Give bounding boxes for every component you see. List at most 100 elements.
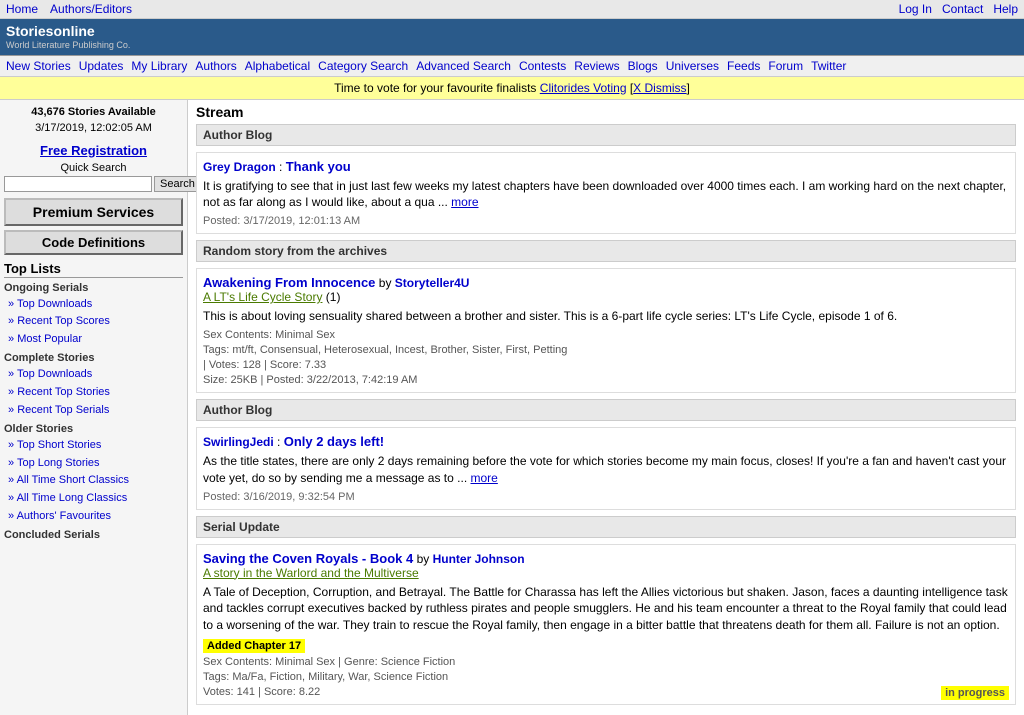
serial-stats: Votes: 141 | Score: 8.22 in progress <box>203 686 1009 698</box>
nav-universes[interactable]: Universes <box>666 59 719 73</box>
blog-1-posted: Posted: 3/17/2019, 12:01:13 AM <box>203 215 1009 227</box>
blog-1-header: Grey Dragon : Thank you <box>203 159 1009 174</box>
nav-blogs[interactable]: Blogs <box>628 59 658 73</box>
clitorides-link[interactable]: Clitorides Voting <box>540 81 627 95</box>
nav-forum[interactable]: Forum <box>768 59 803 73</box>
sidebar-recent-top-stories[interactable]: Recent Top Stories <box>8 384 183 402</box>
blog-2-author[interactable]: SwirlingJedi <box>203 435 274 449</box>
random-story-title[interactable]: Awakening From Innocence <box>203 275 375 290</box>
section-author-blog-2: Author Blog <box>196 399 1016 421</box>
serial-subtitle-row: A story in the Warlord and the Multivers… <box>203 566 1009 580</box>
sidebar-recent-top-scores[interactable]: Recent Top Scores <box>8 313 183 331</box>
random-story-subtitle[interactable]: A LT's Life Cycle Story <box>203 290 322 304</box>
added-chapter-badge: Added Chapter 17 <box>203 639 305 653</box>
stats-date: 3/17/2019, 12:02:05 AM <box>4 120 183 137</box>
random-story-subtitle-row: A LT's Life Cycle Story (1) <box>203 290 1009 304</box>
section-serial-update: Serial Update <box>196 516 1016 538</box>
serial-title[interactable]: Saving the Coven Royals - Book 4 <box>203 551 413 566</box>
help-link[interactable]: Help <box>993 2 1018 16</box>
home-link[interactable]: Home <box>6 2 38 16</box>
blog-2-body: As the title states, there are only 2 da… <box>203 453 1009 487</box>
serial-header: Saving the Coven Royals - Book 4 by Hunt… <box>203 551 1009 566</box>
sidebar-recent-top-serials[interactable]: Recent Top Serials <box>8 402 183 420</box>
blog-1-author[interactable]: Grey Dragon <box>203 160 276 174</box>
serial-tags: Tags: Ma/Fa, Fiction, Military, War, Sci… <box>203 671 1009 683</box>
random-story-size-posted: Size: 25KB | Posted: 3/22/2013, 7:42:19 … <box>203 374 1009 386</box>
concluded-serials-title: Concluded Serials <box>4 529 183 541</box>
in-progress-badge: in progress <box>941 686 1009 700</box>
banner-text: Time to vote for your favourite finalist… <box>334 81 536 95</box>
serial-author[interactable]: Hunter Johnson <box>433 552 525 566</box>
search-row: Search <box>4 176 183 192</box>
random-story-tags: Tags: mt/ft, Consensual, Heterosexual, I… <box>203 344 1009 356</box>
nav-my-library[interactable]: My Library <box>131 59 187 73</box>
sidebar-top-downloads-ongoing[interactable]: Top Downloads <box>8 296 183 314</box>
sidebar-top-short-stories[interactable]: Top Short Stories <box>8 437 183 455</box>
blog-2-more[interactable]: more <box>471 471 498 485</box>
complete-stories-title: Complete Stories <box>4 352 183 364</box>
random-story-desc: This is about loving sensuality shared b… <box>203 308 1009 325</box>
stream-title: Stream <box>196 104 1016 120</box>
nav-contests[interactable]: Contests <box>519 59 566 73</box>
random-story-header: Awakening From Innocence by Storyteller4… <box>203 275 1009 290</box>
dismiss-link[interactable]: X Dismiss <box>633 81 686 95</box>
serial-by: by <box>417 552 433 566</box>
main-nav: New Stories Updates My Library Authors A… <box>0 55 1024 77</box>
sidebar: 43,676 Stories Available 3/17/2019, 12:0… <box>0 100 188 715</box>
nav-reviews[interactable]: Reviews <box>574 59 619 73</box>
serial-sex-genre: Sex Contents: Minimal Sex | Genre: Scien… <box>203 656 1009 668</box>
blog-2-header: SwirlingJedi : Only 2 days left! <box>203 434 1009 449</box>
sidebar-all-time-short-classics[interactable]: All Time Short Classics <box>8 472 183 490</box>
sidebar-top-downloads-complete[interactable]: Top Downloads <box>8 366 183 384</box>
contact-link[interactable]: Contact <box>942 2 983 16</box>
blog-1-more[interactable]: more <box>451 195 478 209</box>
random-story-subtitle-num: (1) <box>326 290 341 304</box>
free-registration-link[interactable]: Free Registration <box>4 143 183 158</box>
section-author-blog-1: Author Blog <box>196 124 1016 146</box>
code-definitions-button[interactable]: Code Definitions <box>4 230 183 255</box>
serial-subtitle[interactable]: A story in the Warlord and the Multivers… <box>203 566 419 580</box>
blog-card-2: SwirlingJedi : Only 2 days left! As the … <box>196 427 1016 510</box>
random-story-stats: | Votes: 128 | Score: 7.33 <box>203 359 1009 371</box>
sidebar-stats: 43,676 Stories Available 3/17/2019, 12:0… <box>4 104 183 137</box>
nav-alphabetical[interactable]: Alphabetical <box>245 59 310 73</box>
blog-2-title[interactable]: Only 2 days left! <box>284 434 384 449</box>
blog-1-separator: : <box>279 160 286 174</box>
search-input[interactable] <box>4 176 152 192</box>
blog-1-title[interactable]: Thank you <box>286 159 351 174</box>
blog-2-posted: Posted: 3/16/2019, 9:32:54 PM <box>203 491 1009 503</box>
sidebar-all-time-long-classics[interactable]: All Time Long Classics <box>8 490 183 508</box>
quick-search-label: Quick Search <box>4 162 183 174</box>
top-nav-right: Log In Contact Help <box>899 2 1018 16</box>
nav-authors[interactable]: Authors <box>195 59 236 73</box>
section-random-story: Random story from the archives <box>196 240 1016 262</box>
logo-title: Storiesonline <box>6 23 130 40</box>
premium-services-button[interactable]: Premium Services <box>4 198 183 226</box>
older-stories-title: Older Stories <box>4 423 183 435</box>
random-story-card: Awakening From Innocence by Storyteller4… <box>196 268 1016 393</box>
nav-updates[interactable]: Updates <box>79 59 124 73</box>
nav-category-search[interactable]: Category Search <box>318 59 408 73</box>
sidebar-most-popular[interactable]: Most Popular <box>8 331 183 349</box>
sidebar-top-long-stories[interactable]: Top Long Stories <box>8 455 183 473</box>
blog-1-body: It is gratifying to see that in just las… <box>203 178 1009 212</box>
blog-2-separator: : <box>277 435 284 449</box>
random-story-by: by <box>379 276 395 290</box>
random-story-author[interactable]: Storyteller4U <box>395 276 470 290</box>
nav-new-stories[interactable]: New Stories <box>6 59 71 73</box>
sidebar-authors-favourites[interactable]: Authors' Favourites <box>8 508 183 526</box>
login-link[interactable]: Log In <box>899 2 932 16</box>
stories-count: 43,676 Stories Available <box>4 104 183 121</box>
ongoing-serials-title: Ongoing Serials <box>4 282 183 294</box>
logo-bar: Storiesonline World Literature Publishin… <box>0 19 1024 55</box>
logo-area: Storiesonline World Literature Publishin… <box>6 23 130 51</box>
authors-editors-link[interactable]: Authors/Editors <box>50 2 132 16</box>
blog-card-1: Grey Dragon : Thank you It is gratifying… <box>196 152 1016 235</box>
main-content: Stream Author Blog Grey Dragon : Thank y… <box>188 100 1024 715</box>
layout: 43,676 Stories Available 3/17/2019, 12:0… <box>0 100 1024 715</box>
top-nav: Home Authors/Editors Log In Contact Help <box>0 0 1024 19</box>
nav-twitter[interactable]: Twitter <box>811 59 846 73</box>
serial-update-card: Saving the Coven Royals - Book 4 by Hunt… <box>196 544 1016 705</box>
nav-advanced-search[interactable]: Advanced Search <box>416 59 511 73</box>
nav-feeds[interactable]: Feeds <box>727 59 760 73</box>
